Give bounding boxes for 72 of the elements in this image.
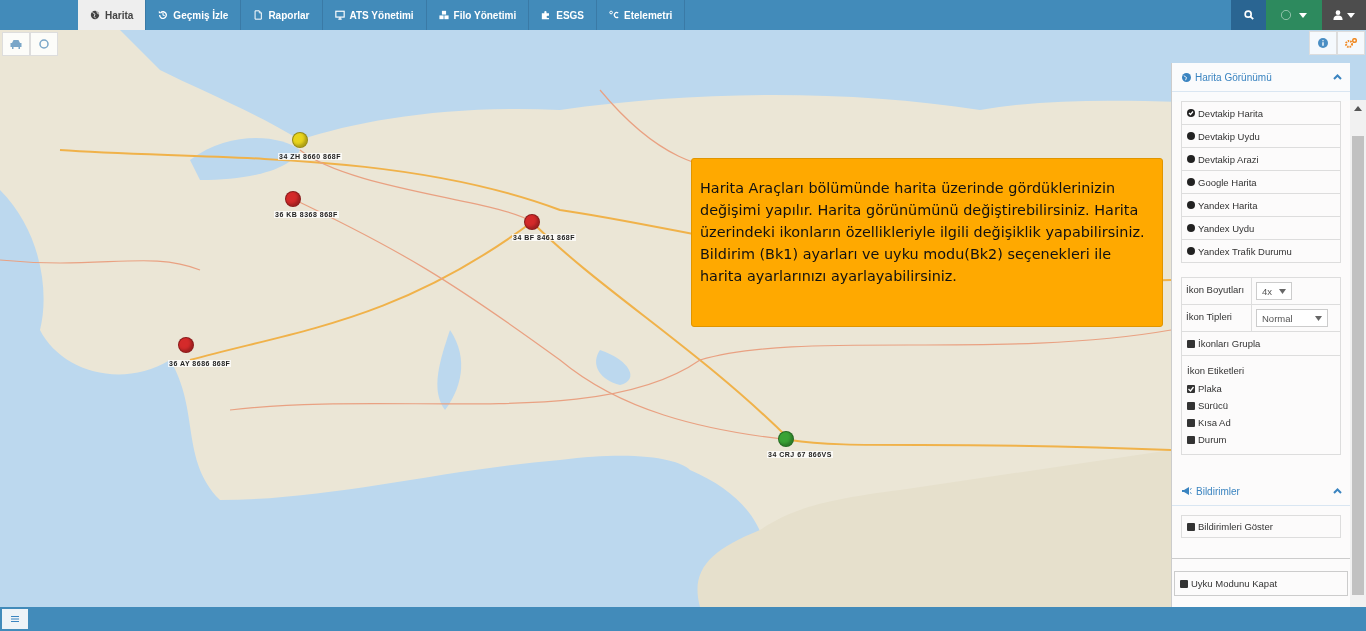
caret-icon xyxy=(1279,288,1286,294)
checkbox-label: Sürücü xyxy=(1198,400,1229,411)
settings-icon xyxy=(1345,38,1357,48)
radio-dot[interactable] xyxy=(1187,247,1195,255)
info-icon xyxy=(1318,38,1328,48)
checkbox-label: Durum xyxy=(1198,434,1227,445)
radio-dot[interactable] xyxy=(1187,132,1195,140)
checkbox[interactable] xyxy=(1187,418,1195,427)
map-option[interactable]: Yandex Harita xyxy=(1182,194,1341,217)
checkbox-label: Plaka xyxy=(1198,383,1222,394)
globe-icon xyxy=(90,10,100,20)
thermometer-icon xyxy=(609,10,619,20)
map-option[interactable]: Devtakip Uydu xyxy=(1182,125,1341,148)
scrollbar[interactable] xyxy=(1350,100,1366,607)
radio-dot[interactable] xyxy=(1187,201,1195,209)
option-label: Yandex Uydu xyxy=(1198,222,1255,234)
checked-checkbox[interactable] xyxy=(1187,384,1195,393)
radio-dot[interactable] xyxy=(1187,178,1195,186)
map-option[interactable]: Yandex Trafik Durumu xyxy=(1182,240,1341,262)
menu-button[interactable] xyxy=(2,609,28,629)
map-option[interactable]: Devtakip Harita xyxy=(1182,102,1341,125)
search-button[interactable] xyxy=(1231,0,1266,30)
scroll-up-icon[interactable] xyxy=(1354,106,1363,111)
nav-tab[interactable]: Harita xyxy=(78,0,147,30)
radio-dot[interactable] xyxy=(1187,224,1195,232)
field-label: İkon Boyutları xyxy=(1182,278,1252,304)
option-label: Devtakip Harita xyxy=(1198,107,1263,119)
cubes-icon xyxy=(438,10,449,20)
circle-icon xyxy=(39,39,49,49)
circle-icon xyxy=(1281,10,1291,20)
map-option[interactable]: Devtakip Arazi xyxy=(1182,148,1341,171)
checkbox[interactable] xyxy=(1187,435,1195,444)
history-icon xyxy=(158,10,169,20)
field-label: İkon Tipleri xyxy=(1182,305,1252,331)
checkbox-label: İkonları Grupla xyxy=(1198,338,1261,349)
caret-icon xyxy=(1347,12,1355,18)
caret-icon xyxy=(1299,12,1307,18)
puzzle-icon xyxy=(541,10,552,20)
size-select[interactable]: 4x xyxy=(1256,282,1292,300)
option-label: Devtakip Uydu xyxy=(1198,130,1260,142)
checkbox-label: Uyku Modunu Kapat xyxy=(1191,578,1278,589)
monitor-icon xyxy=(334,10,345,20)
globe-icon xyxy=(1182,72,1191,82)
chevron-up-icon[interactable] xyxy=(1333,74,1343,80)
option-label: Devtakip Arazi xyxy=(1198,153,1259,165)
user-icon xyxy=(1333,10,1343,20)
checkbox-label: Kısa Ad xyxy=(1198,417,1231,428)
check-circle-icon[interactable] xyxy=(1187,109,1195,117)
map-option[interactable]: Google Harita xyxy=(1182,171,1341,194)
group-label: İkon Etiketleri xyxy=(1187,365,1245,376)
checkbox-label: Bildirimleri Göster xyxy=(1198,521,1273,532)
search-icon xyxy=(1243,10,1254,20)
user-button[interactable] xyxy=(1322,0,1366,30)
car-icon xyxy=(10,39,22,49)
section-title: Harita Görünümü xyxy=(1195,71,1273,83)
caret-icon xyxy=(1315,315,1322,321)
radio-dot[interactable] xyxy=(1187,155,1195,163)
megaphone-icon xyxy=(1182,487,1192,495)
checkbox[interactable] xyxy=(1187,339,1195,348)
checkbox[interactable] xyxy=(1180,579,1188,588)
option-label: Google Harita xyxy=(1198,176,1257,188)
option-label: Yandex Trafik Durumu xyxy=(1198,245,1292,257)
map-option[interactable]: Yandex Uydu xyxy=(1182,217,1341,240)
document-icon xyxy=(253,10,264,20)
type-select[interactable]: Normal xyxy=(1256,309,1328,327)
help-tooltip: Harita Araçları bölümünde harita üzerinde gördüklerinizin değişimi yapılır. Harita görünümünü değiştirebilirsiniz. Harita üzerindeki ikonların özellikleriyle ilgili değişiklik yapabilirsiniz. Bildirim (Bk1) ayarları ve uyku modu(Bk2) seçenekleri ile harita ayarlarınızı ayarlayabilirsiniz. xyxy=(691,158,1163,327)
option-label: Yandex Harita xyxy=(1198,199,1258,211)
checkbox[interactable] xyxy=(1187,401,1195,410)
checkbox[interactable] xyxy=(1187,522,1195,531)
section-title: Bildirimler xyxy=(1196,485,1241,497)
chevron-up-icon[interactable] xyxy=(1333,488,1343,494)
menu-icon xyxy=(11,616,19,622)
